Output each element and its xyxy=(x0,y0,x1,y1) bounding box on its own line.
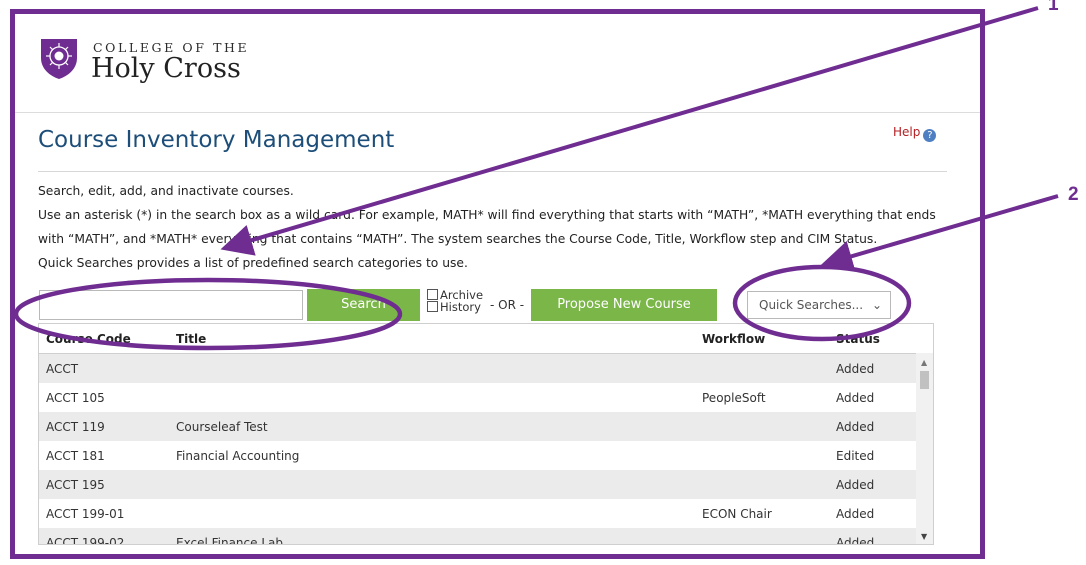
annotation-label-2: 2 xyxy=(1068,184,1079,205)
annotation-ellipse-1 xyxy=(13,277,403,351)
annotation-arrow-1 xyxy=(220,6,1039,256)
annotation-label-1: 1 xyxy=(1048,0,1059,15)
annotation-arrow-2 xyxy=(820,194,1059,272)
annotation-ellipse-2 xyxy=(732,264,912,342)
annotation-overlay xyxy=(13,6,1059,351)
